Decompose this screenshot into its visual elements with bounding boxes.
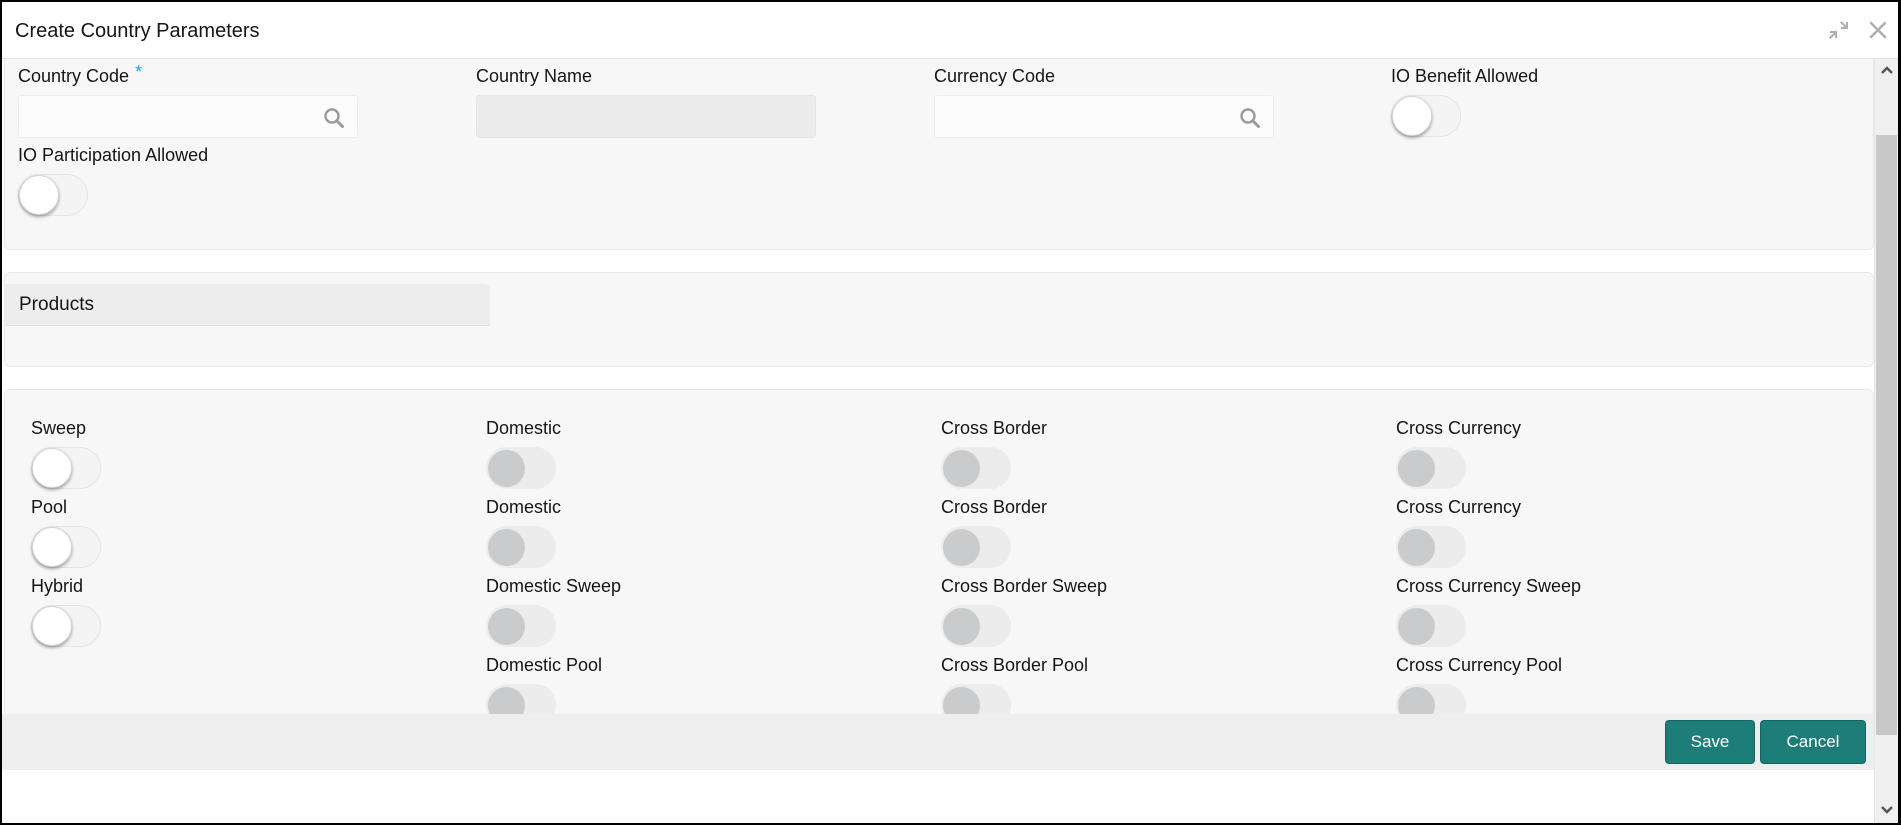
domestic-sweep-label: Domestic Sweep (486, 576, 622, 596)
toggle-knob (943, 450, 980, 487)
dialog-footer: Save Cancel (2, 714, 1875, 770)
cross-currency-pool-label: Cross Currency Pool (1396, 655, 1563, 675)
io-benefit-allowed-label: IO Benefit Allowed (1391, 66, 1539, 86)
toggle-knob (1398, 529, 1435, 566)
search-icon[interactable] (1239, 107, 1261, 129)
currency-code-field[interactable] (934, 95, 1274, 138)
cross-border-label: Cross Border (941, 418, 1048, 438)
country-name-field (476, 95, 816, 138)
cross-border-sweep-label: Cross Border Sweep (941, 576, 1108, 596)
toggle-knob (19, 175, 59, 215)
domestic-toggle (486, 526, 556, 568)
io-benefit-allowed-toggle[interactable] (1391, 95, 1461, 137)
sweep-label: Sweep (31, 418, 87, 438)
toggle-knob (32, 448, 72, 488)
pool-label: Pool (31, 497, 68, 517)
cross-border-pool-label: Cross Border Pool (941, 655, 1089, 675)
toggle-knob (488, 608, 525, 645)
scrollbar-thumb[interactable] (1876, 135, 1897, 735)
dialog-title: Create Country Parameters (15, 20, 260, 42)
products-section: Products (4, 272, 1874, 367)
shrink-arrows-icon[interactable] (1825, 17, 1851, 43)
currency-code-label: Currency Code (934, 66, 1056, 86)
search-icon[interactable] (323, 107, 345, 129)
toggle-knob (943, 529, 980, 566)
domestic-label: Domestic (486, 418, 562, 438)
cross-border-toggle (941, 526, 1011, 568)
toggle-knob (1398, 608, 1435, 645)
cross-currency-toggle (1396, 526, 1466, 568)
country-code-field[interactable] (18, 95, 358, 138)
cross-border-sweep-toggle (941, 605, 1011, 647)
vertical-scrollbar[interactable] (1874, 59, 1898, 823)
toggle-knob (1398, 450, 1435, 487)
country-name-label: Country Name (476, 66, 593, 86)
toggle-knob (488, 529, 525, 566)
pool-toggle[interactable] (31, 526, 101, 568)
io-participation-allowed-label: IO Participation Allowed (18, 145, 209, 165)
products-tab[interactable]: Products (5, 284, 490, 326)
cross-border-label: Cross Border (941, 497, 1048, 517)
sweep-toggle[interactable] (31, 447, 101, 489)
cancel-button[interactable]: Cancel (1760, 720, 1866, 764)
close-icon[interactable] (1865, 17, 1891, 43)
toggle-knob (488, 450, 525, 487)
products-tab-label: Products (19, 294, 94, 315)
io-participation-allowed-toggle[interactable] (18, 174, 88, 216)
cross-currency-sweep-label: Cross Currency Sweep (1396, 576, 1582, 596)
toggle-knob (32, 527, 72, 567)
toggle-knob (32, 606, 72, 646)
domestic-sweep-toggle (486, 605, 556, 647)
cross-currency-label: Cross Currency (1396, 497, 1522, 517)
toggle-knob (943, 608, 980, 645)
domestic-toggle (486, 447, 556, 489)
country-code-label: Country Code * (18, 62, 143, 86)
scroll-up-arrow-icon[interactable] (1880, 65, 1894, 75)
domestic-label: Domestic (486, 497, 562, 517)
cross-currency-sweep-toggle (1396, 605, 1466, 647)
domestic-pool-label: Domestic Pool (486, 655, 603, 675)
cross-border-toggle (941, 447, 1011, 489)
country-code-input[interactable] (19, 96, 357, 137)
currency-code-input[interactable] (935, 96, 1273, 137)
hybrid-label: Hybrid (31, 576, 84, 596)
hybrid-toggle[interactable] (31, 605, 101, 647)
create-country-parameters-dialog: Create Country Parameters Country Code * … (0, 0, 1901, 825)
dialog-header: Create Country Parameters (2, 2, 1898, 59)
general-section: Country Code * Country Name Currency Code… (4, 59, 1874, 250)
save-button[interactable]: Save (1665, 720, 1755, 764)
cross-currency-toggle (1396, 447, 1466, 489)
scroll-down-arrow-icon[interactable] (1880, 805, 1894, 815)
cross-currency-label: Cross Currency (1396, 418, 1522, 438)
products-toggles-section: Sweep Domestic Cross Border Cross Currency P… (4, 389, 1874, 761)
dialog-body: Country Code * Country Name Currency Code… (2, 59, 1875, 823)
required-asterisk: * (135, 62, 143, 82)
country-name-input (477, 96, 815, 137)
toggle-knob (1392, 96, 1432, 136)
